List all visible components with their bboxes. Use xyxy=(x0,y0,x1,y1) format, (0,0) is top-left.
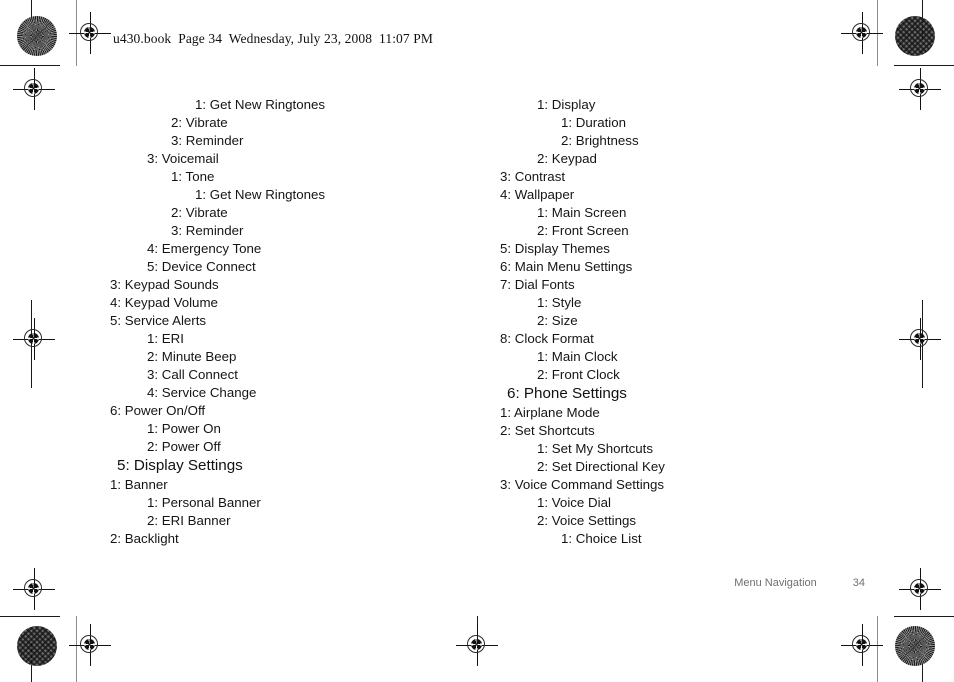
menu-tree-item: 1: Display xyxy=(537,97,596,112)
menu-tree-item: 2: Power Off xyxy=(147,439,221,454)
menu-section-heading: 6: Phone Settings xyxy=(507,385,627,402)
menu-tree-item: 2: Set Shortcuts xyxy=(500,423,595,438)
menu-tree-item: 2: ERI Banner xyxy=(147,513,231,528)
registration-core xyxy=(28,583,39,594)
registration-target-mid-right xyxy=(899,318,941,360)
footer-section-name: Menu Navigation xyxy=(734,577,817,589)
menu-tree-item: 8: Clock Format xyxy=(500,331,594,346)
menu-tree-item: 1: Get New Ringtones xyxy=(195,97,326,112)
menu-tree-item: 6: Power On/Off xyxy=(110,403,206,418)
registration-target-mid-left xyxy=(13,318,55,360)
menu-tree-item: 2: Brightness xyxy=(561,133,639,148)
menu-tree-item: 1: Personal Banner xyxy=(147,495,261,510)
menu-tree-item: 2: Vibrate xyxy=(171,115,228,130)
registration-core xyxy=(84,639,95,650)
weave-control-patch-top-right xyxy=(895,16,935,56)
menu-tree-item: 1: Get New Ringtones xyxy=(195,187,326,202)
menu-tree-item: 1: Set My Shortcuts xyxy=(537,441,654,456)
registration-target-lower-left xyxy=(13,568,55,610)
menu-tree-item: 3: Keypad Sounds xyxy=(110,277,219,292)
menu-tree-item: 1: Main Screen xyxy=(537,205,627,220)
menu-tree-item: 4: Emergency Tone xyxy=(147,241,262,256)
registration-target-bottom-center xyxy=(456,624,498,666)
menu-tree-item: 7: Dial Fonts xyxy=(500,277,575,292)
registration-target-bottom-right xyxy=(841,624,883,666)
menu-tree-item: 6: Main Menu Settings xyxy=(500,259,633,274)
registration-core xyxy=(856,639,867,650)
registration-core xyxy=(84,27,95,38)
menu-tree-item: 1: Tone xyxy=(171,169,215,184)
registration-target-bottom-left xyxy=(69,624,111,666)
menu-tree-item: 2: Size xyxy=(537,313,578,328)
menu-tree-item: 4: Service Change xyxy=(147,385,257,400)
page-footer: Menu Navigation 34 xyxy=(722,565,865,601)
menu-tree-item: 1: Choice List xyxy=(561,531,642,546)
registration-target-upper-right xyxy=(899,68,941,110)
menu-tree-item: 2: Backlight xyxy=(110,531,179,546)
registration-target-upper-left xyxy=(13,68,55,110)
menu-tree-item: 2: Set Directional Key xyxy=(537,459,665,474)
registration-target-top-left xyxy=(69,12,111,54)
footer-page-number: 34 xyxy=(852,577,866,589)
menu-tree-item: 2: Front Clock xyxy=(537,367,620,382)
menu-tree-item: 5: Display Themes xyxy=(500,241,610,256)
menu-tree-item: 3: Reminder xyxy=(171,223,244,238)
menu-tree-item: 4: Wallpaper xyxy=(500,187,575,202)
trim-line-bottom-right-horizontal xyxy=(894,616,954,617)
document-page: u430.book Page 34 Wednesday, July 23, 20… xyxy=(0,0,954,682)
starburst-control-patch-top-left xyxy=(17,16,57,56)
menu-tree-item: 2: Vibrate xyxy=(171,205,228,220)
document-header-line: u430.book Page 34 Wednesday, July 23, 20… xyxy=(113,31,433,46)
menu-tree-column-left: 1: Get New Ringtones 2: Vibrate 3: Reminde… xyxy=(110,96,440,548)
menu-tree-item: 1: Voice Dial xyxy=(537,495,611,510)
menu-tree-item: 4: Keypad Volume xyxy=(110,295,218,310)
menu-section-heading: 5: Display Settings xyxy=(117,457,243,474)
registration-core xyxy=(914,333,925,344)
registration-core xyxy=(28,83,39,94)
weave-control-patch-bottom-left xyxy=(17,626,57,666)
menu-tree-item: 5: Service Alerts xyxy=(110,313,207,328)
menu-tree-item: 2: Front Screen xyxy=(537,223,629,238)
starburst-control-patch-bottom-right xyxy=(895,626,935,666)
menu-tree-item: 1: Banner xyxy=(110,477,168,492)
registration-target-top-right xyxy=(841,12,883,54)
trim-line-bottom-left-horizontal xyxy=(0,616,60,617)
trim-line-top-left-horizontal xyxy=(0,65,60,66)
registration-core xyxy=(471,639,482,650)
menu-tree-column-right: 1: Display 1: Duration 2: Brightness 2: Key… xyxy=(500,96,830,548)
menu-tree-item: 3: Voicemail xyxy=(147,151,219,166)
menu-tree-item: 2: Minute Beep xyxy=(147,349,237,364)
menu-tree-item: 2: Voice Settings xyxy=(537,513,637,528)
menu-tree-item: 2: Keypad xyxy=(537,151,597,166)
registration-core xyxy=(914,83,925,94)
menu-tree-item: 1: Airplane Mode xyxy=(500,405,600,420)
registration-core xyxy=(28,333,39,344)
menu-tree-item: 3: Call Connect xyxy=(147,367,238,382)
registration-core xyxy=(856,27,867,38)
registration-core xyxy=(914,583,925,594)
menu-tree-item: 1: Style xyxy=(537,295,582,310)
menu-tree-item: 1: Duration xyxy=(561,115,627,130)
trim-line-top-right-horizontal xyxy=(894,65,954,66)
menu-tree-item: 3: Reminder xyxy=(171,133,244,148)
menu-tree-item: 3: Voice Command Settings xyxy=(500,477,665,492)
menu-tree-item: 3: Contrast xyxy=(500,169,566,184)
registration-target-lower-right xyxy=(899,568,941,610)
menu-tree-item: 1: Power On xyxy=(147,421,221,436)
menu-tree-item: 5: Device Connect xyxy=(147,259,256,274)
menu-tree-item: 1: ERI xyxy=(147,331,184,346)
menu-tree-item: 1: Main Clock xyxy=(537,349,618,364)
